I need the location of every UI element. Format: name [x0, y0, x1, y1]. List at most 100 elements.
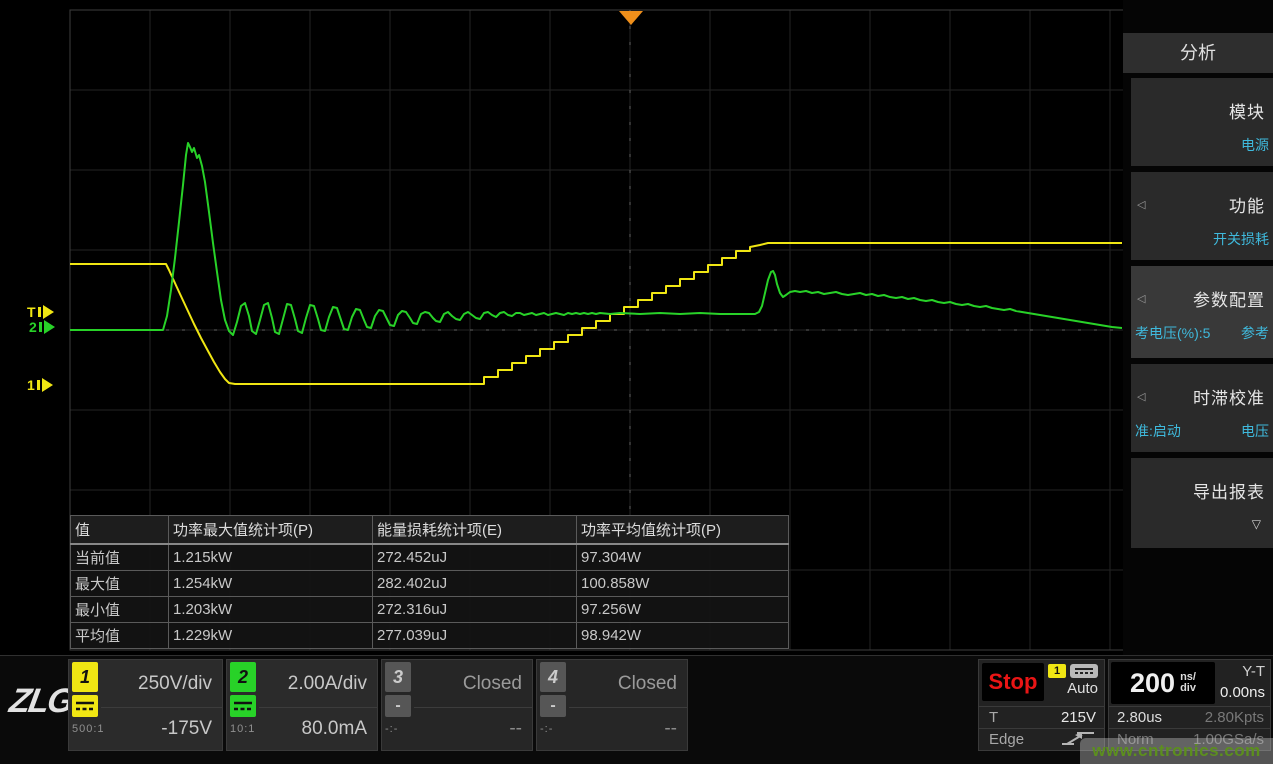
- channel-3-coupling-icon: -: [385, 695, 411, 717]
- cell-value: 97.256W: [577, 596, 789, 622]
- sidebar-panel-param-config[interactable]: ◁ 参数配置 考电压(%):5 参考: [1131, 266, 1273, 358]
- channel-4-probe-ratio: -:-: [540, 723, 569, 735]
- channel-2-badge[interactable]: 2: [230, 662, 256, 692]
- trigger-position-icon[interactable]: [619, 11, 643, 25]
- trigger-coupling-icon: [1070, 664, 1098, 678]
- table-row: 最大值 1.254kW 282.402uJ 100.858W: [71, 570, 789, 596]
- display-mode[interactable]: Y-T: [1242, 663, 1265, 680]
- table-row: 平均值 1.229kW 277.039uJ 98.942W: [71, 622, 789, 648]
- panel-label: 参数配置: [1151, 286, 1265, 311]
- ch1-ground-marker[interactable]: 1: [27, 377, 53, 393]
- memory-depth: 2.80Kpts: [1205, 707, 1264, 728]
- sidebar-panel-export-report[interactable]: 导出报表 ▽: [1131, 458, 1273, 548]
- table-row: 当前值 1.215kW 272.452uJ 97.304W: [71, 544, 789, 571]
- channel-1-probe-ratio: 500:1: [72, 723, 101, 735]
- trigger-level-marker[interactable]: T: [27, 304, 54, 320]
- sidebar-panel-function[interactable]: ◁ 功能 开关损耗: [1131, 172, 1273, 260]
- channel-2-block[interactable]: 2 10:1 2.00A/div 80.0mA: [226, 659, 378, 751]
- timebase-scale-box[interactable]: 200 ns/div: [1111, 662, 1215, 704]
- ch1-marker-bar: [37, 380, 40, 390]
- channel-1-badge[interactable]: 1: [72, 662, 98, 692]
- panel-collapse-icon[interactable]: ◁: [1137, 198, 1151, 211]
- analysis-sidebar: 分析 模块 电源 ◁ 功能 开关损耗 ◁ 参数配置: [1123, 0, 1273, 655]
- channel-3-badge[interactable]: 3: [385, 662, 411, 692]
- cell-value: 1.215kW: [169, 544, 373, 571]
- channel-3-scale: Closed: [414, 660, 532, 708]
- cell-value: 1.229kW: [169, 622, 373, 648]
- cell-value: 97.304W: [577, 544, 789, 571]
- watermark: www.cntronics.com: [1080, 738, 1273, 764]
- oscilloscope-screen: T 2 1 值 功率最大值统计项(P) 能量损耗统计项(E) 功率平均值统计项(…: [0, 0, 1273, 764]
- table-row: 最小值 1.203kW 272.316uJ 97.256W: [71, 596, 789, 622]
- cell-value: 272.316uJ: [373, 596, 577, 622]
- panel-sub-right: 参考: [1241, 323, 1269, 343]
- dropdown-arrow-icon[interactable]: ▽: [1131, 517, 1273, 531]
- panel-label: 模块: [1151, 98, 1265, 123]
- trigger-level-key: T: [989, 707, 998, 728]
- panel-label: 功能: [1151, 192, 1265, 217]
- col-header-value: 值: [71, 516, 169, 544]
- panel-sub-right: 电压: [1241, 421, 1269, 441]
- channel-3-block[interactable]: 3 - -:- Closed --: [381, 659, 533, 751]
- trigger-level-label: T: [27, 305, 36, 319]
- panel-sub-left: 准:启动: [1135, 421, 1181, 441]
- col-header-power-max: 功率最大值统计项(P): [169, 516, 373, 544]
- col-header-power-avg: 功率平均值统计项(P): [577, 516, 789, 544]
- trigger-source-badge[interactable]: 1: [1048, 664, 1066, 678]
- sidebar-title: 分析: [1123, 33, 1273, 73]
- panel-sub-right: 电源: [1241, 135, 1269, 155]
- ch2-marker-arrow-icon: [44, 320, 55, 334]
- ch2-marker-bar: [39, 322, 42, 332]
- cell-value: 277.039uJ: [373, 622, 577, 648]
- cell-value: 1.203kW: [169, 596, 373, 622]
- panel-label: 导出报表: [1151, 478, 1265, 503]
- trigger-delay: 0.00ns: [1220, 684, 1265, 701]
- ch1-marker-arrow-icon: [42, 378, 53, 392]
- cell-value: 282.402uJ: [373, 570, 577, 596]
- timebase-scale-value: 200: [1130, 668, 1175, 699]
- cell-value: 1.254kW: [169, 570, 373, 596]
- channel-2-offset: 80.0mA: [259, 708, 377, 750]
- cell-value: 272.452uJ: [373, 544, 577, 571]
- panel-sub-left: 考电压(%):5: [1135, 323, 1210, 343]
- ch2-ground-marker[interactable]: 2: [29, 319, 55, 335]
- channel-1-offset: -175V: [101, 708, 222, 750]
- sidebar-panel-skew-calibration[interactable]: ◁ 时滞校准 准:启动 电压: [1131, 364, 1273, 452]
- trigger-sweep-mode[interactable]: Auto: [1067, 680, 1098, 697]
- ch1-marker-label: 1: [27, 378, 35, 392]
- trigger-level-row[interactable]: T 215V: [979, 706, 1104, 728]
- trigger-type-label: Edge: [989, 729, 1024, 750]
- panel-collapse-icon[interactable]: ◁: [1137, 292, 1151, 305]
- trigger-marker-bar: [38, 307, 41, 317]
- channel-3-probe-ratio: -:-: [385, 723, 414, 735]
- channel-4-offset: --: [569, 708, 687, 750]
- row-label: 平均值: [71, 622, 169, 648]
- timebase-window-row: 2.80us 2.80Kpts: [1109, 706, 1270, 728]
- col-header-energy-loss: 能量损耗统计项(E): [373, 516, 577, 544]
- channel-2-coupling-icon: [230, 695, 256, 717]
- channel-1-coupling-icon: [72, 695, 98, 717]
- channel-4-coupling-icon: -: [540, 695, 566, 717]
- timebase-scale-unit: ns/div: [1180, 672, 1196, 694]
- row-label: 最大值: [71, 570, 169, 596]
- panel-sub-right: 开关损耗: [1213, 229, 1269, 249]
- row-label: 最小值: [71, 596, 169, 622]
- ch2-current-trace: [70, 143, 1122, 335]
- panel-collapse-icon[interactable]: ◁: [1137, 390, 1151, 403]
- ch2-marker-label: 2: [29, 320, 37, 334]
- sidebar-panel-module[interactable]: 模块 电源: [1131, 78, 1273, 166]
- channel-1-scale: 250V/div: [101, 660, 222, 708]
- measurement-table: 值 功率最大值统计项(P) 能量损耗统计项(E) 功率平均值统计项(P) 当前值…: [70, 515, 789, 649]
- cell-value: 100.858W: [577, 570, 789, 596]
- channel-1-block[interactable]: 1 500:1 250V/div -175V: [68, 659, 223, 751]
- channel-3-offset: --: [414, 708, 532, 750]
- channel-4-block[interactable]: 4 - -:- Closed --: [536, 659, 688, 751]
- cell-value: 98.942W: [577, 622, 789, 648]
- acquisition-status[interactable]: Stop: [982, 663, 1044, 701]
- watermark-text: www.cntronics.com: [1092, 741, 1260, 761]
- panel-label: 时滞校准: [1151, 384, 1265, 409]
- trigger-marker-arrow-icon: [43, 305, 54, 319]
- channel-4-scale: Closed: [569, 660, 687, 708]
- channel-4-badge[interactable]: 4: [540, 662, 566, 692]
- channel-2-scale: 2.00A/div: [259, 660, 377, 708]
